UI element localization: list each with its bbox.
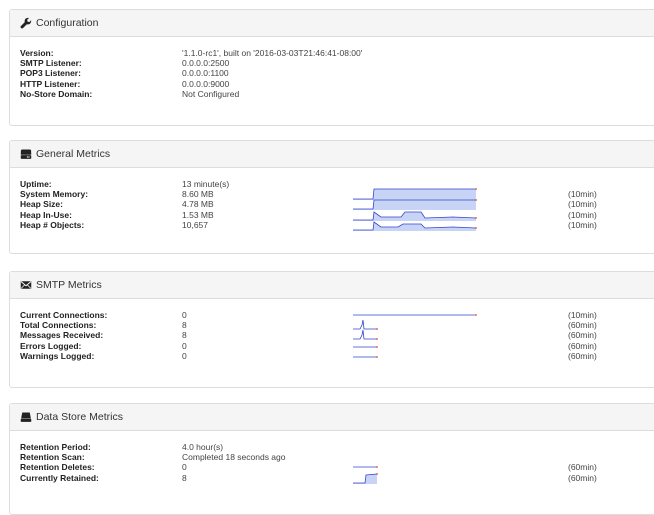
metric-value: 8 [182, 320, 187, 331]
configuration-panel-heading: Configuration [10, 10, 654, 37]
config-label: SMTP Listener: [20, 58, 82, 69]
general-metrics-body: Uptime: 13 minute(s) System Memory: 8.60… [10, 168, 654, 231]
envelope-icon [20, 279, 32, 291]
smtp-metrics-panel-heading: SMTP Metrics [10, 272, 654, 299]
config-value: '1.1.0-rc1', built on '2016-03-03T21:46:… [182, 48, 363, 58]
general-metrics-title: General Metrics [36, 148, 111, 160]
configuration-title: Configuration [36, 17, 99, 29]
metric-row-retention-period: Retention Period: 4.0 hour(s) [20, 442, 654, 452]
metric-row-currently-retained: Currently Retained: 8 (60min) [20, 472, 654, 484]
metric-period: (10min) [568, 209, 597, 220]
metric-row-warnings-logged: Warnings Logged: 0 (60min) [20, 351, 654, 361]
config-value: 0.0.0.0:1100 [182, 68, 229, 79]
metric-label: Errors Logged: [20, 340, 82, 351]
metric-label: Heap In-Use: [20, 209, 72, 220]
metric-label: Retention Scan: [20, 452, 85, 463]
sparkline [353, 350, 477, 362]
metric-label: Currently Retained: [20, 472, 99, 483]
data-store-metrics-title: Data Store Metrics [36, 411, 123, 423]
configuration-panel: Configuration Version: '1.1.0-rc1', buil… [9, 9, 654, 126]
metric-value: 10,657 [182, 219, 208, 230]
database-icon [20, 411, 32, 423]
metric-value: 4.0 hour(s) [182, 442, 224, 452]
hdd-icon [20, 148, 32, 160]
data-store-metrics-panel-heading: Data Store Metrics [10, 404, 654, 431]
metric-row-total-connections: Total Connections: 8 (60min) [20, 320, 654, 330]
metric-period: (60min) [568, 350, 597, 361]
metric-label: Retention Period: [20, 442, 91, 452]
metric-row-retention-deletes: Retention Deletes: 0 (60min) [20, 462, 654, 472]
metric-row-system-memory: System Memory: 8.60 MB (10min) [20, 188, 654, 201]
metric-value: 0 [182, 350, 187, 361]
config-value: Not Configured [182, 88, 240, 99]
config-value: 0.0.0.0:9000 [182, 78, 230, 89]
config-row-no-store-domain: No-Store Domain: Not Configured [20, 89, 654, 99]
config-label: Version: [20, 48, 54, 58]
metric-label: Total Connections: [20, 320, 97, 331]
metric-label: Warnings Logged: [20, 350, 95, 361]
metric-period: (10min) [568, 219, 597, 230]
metric-value: Completed 18 seconds ago [182, 452, 286, 463]
metric-row-errors-logged: Errors Logged: 0 (60min) [20, 341, 654, 351]
metric-value: 4.78 MB [182, 199, 214, 210]
metric-period: (60min) [568, 472, 597, 483]
metric-row-retention-scan: Retention Scan: Completed 18 seconds ago [20, 452, 654, 462]
general-metrics-panel-heading: General Metrics [10, 141, 654, 168]
metric-value: 8 [182, 472, 187, 483]
metric-row-heap-in-use: Heap In-Use: 1.53 MB (10min) [20, 209, 654, 221]
sparkline [353, 219, 477, 231]
config-label: HTTP Listener: [20, 78, 81, 89]
config-label: POP3 Listener: [20, 68, 81, 79]
metric-row-uptime: Uptime: 13 minute(s) [20, 179, 654, 189]
metric-value: 0 [182, 310, 187, 320]
metric-row-heap-objects: Heap # Objects: 10,657 (10min) [20, 219, 654, 231]
metric-label: Current Connections: [20, 310, 108, 320]
data-store-metrics-panel: Data Store Metrics Retention Period: 4.0… [9, 403, 654, 515]
metric-period: (10min) [568, 310, 597, 320]
smtp-metrics-body: Current Connections: 0 (10min) Total Con… [10, 299, 654, 361]
smtp-metrics-title: SMTP Metrics [36, 279, 102, 291]
config-row-smtp-listener: SMTP Listener: 0.0.0.0:2500 [20, 58, 654, 68]
data-store-metrics-body: Retention Period: 4.0 hour(s) Retention … [10, 431, 654, 484]
metric-period: (10min) [568, 189, 597, 200]
metric-period: (60min) [568, 330, 597, 341]
metric-label: System Memory: [20, 189, 89, 200]
metric-value: 13 minute(s) [182, 179, 230, 189]
metric-row-current-connections: Current Connections: 0 (10min) [20, 310, 654, 320]
metric-label: Uptime: [20, 179, 52, 189]
metric-row-heap-size: Heap Size: 4.78 MB (10min) [20, 199, 654, 211]
metric-label: Retention Deletes: [20, 462, 95, 473]
metric-period: (10min) [568, 199, 597, 210]
metric-value: 1.53 MB [182, 209, 214, 220]
config-row-version: Version: '1.1.0-rc1', built on '2016-03-… [20, 48, 654, 58]
metric-period: (60min) [568, 462, 597, 473]
metric-row-messages-received: Messages Received: 8 (60min) [20, 330, 654, 340]
sparkline [353, 472, 477, 484]
metric-value: 0 [182, 340, 187, 351]
configuration-body: Version: '1.1.0-rc1', built on '2016-03-… [10, 37, 654, 99]
metric-label: Messages Received: [20, 330, 104, 341]
metric-value: 8.60 MB [182, 189, 214, 200]
general-metrics-panel: General Metrics Uptime: 13 minute(s) Sys… [9, 140, 654, 254]
metric-period: (60min) [568, 340, 597, 351]
smtp-metrics-panel: SMTP Metrics Current Connections: 0 (10m… [9, 271, 654, 388]
config-row-http-listener: HTTP Listener: 0.0.0.0:9000 [20, 79, 654, 89]
config-value: 0.0.0.0:2500 [182, 58, 230, 69]
metric-period: (60min) [568, 320, 597, 331]
metric-value: 0 [182, 462, 187, 473]
metric-label: Heap Size: [20, 199, 63, 210]
config-row-pop3-listener: POP3 Listener: 0.0.0.0:1100 [20, 68, 654, 78]
metric-value: 8 [182, 330, 187, 341]
metric-label: Heap # Objects: [20, 219, 85, 230]
config-label: No-Store Domain: [20, 88, 93, 99]
wrench-icon [20, 17, 32, 29]
